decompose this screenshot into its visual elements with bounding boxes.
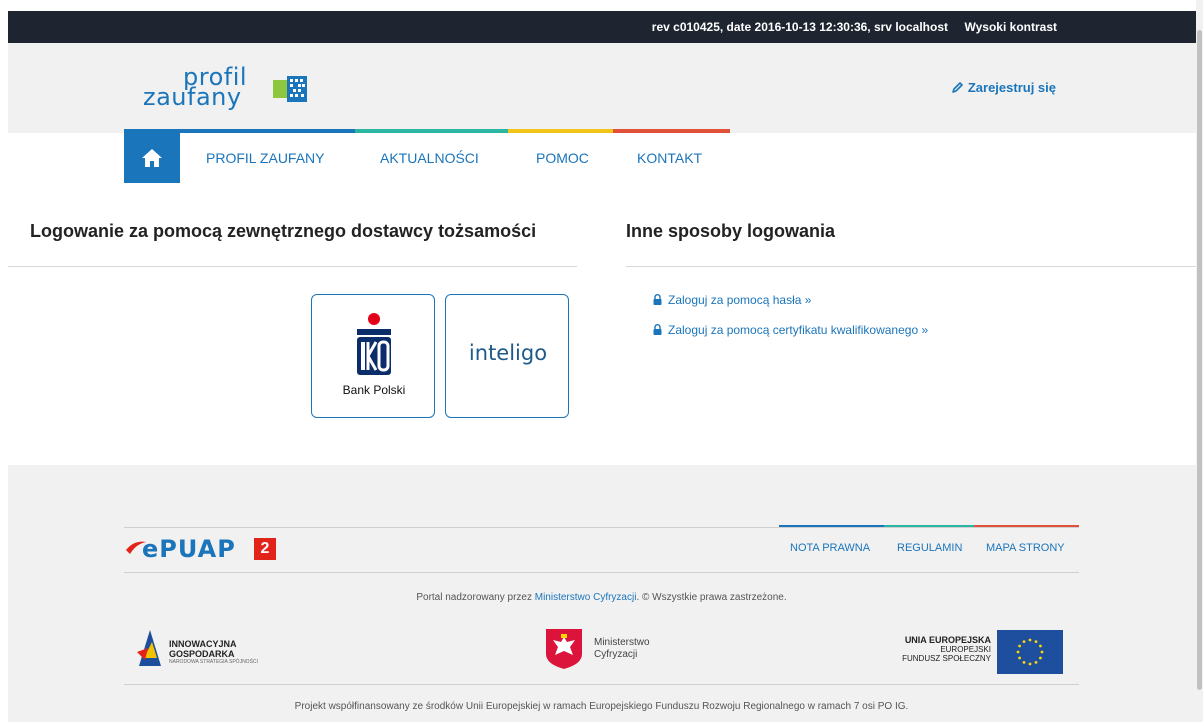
profil-zaufany-mark-icon bbox=[273, 76, 307, 102]
other-login-title: Inne sposoby logowania bbox=[626, 221, 836, 241]
copyright-prefix: Portal nadzorowany przez bbox=[416, 592, 532, 603]
eu-line2: EUROPEJSKI bbox=[940, 645, 991, 654]
ig-subtitle: NARODOWA STRATEGIA SPÓJNOŚCI bbox=[169, 659, 258, 665]
lock-icon bbox=[653, 324, 662, 335]
register-link[interactable]: Zarejestruj się bbox=[951, 80, 1056, 95]
eu-line3: FUNDUSZ SPOŁECZNY bbox=[902, 654, 991, 663]
revision-info: rev c010425, date 2016-10-13 12:30:36, s… bbox=[651, 20, 948, 34]
ig-title: INNOWACYJNA GOSPODARKA bbox=[169, 639, 237, 659]
vertical-scrollbar[interactable] bbox=[1196, 0, 1203, 722]
password-login-label: Zaloguj za pomocą hasła » bbox=[668, 293, 812, 307]
home-icon bbox=[142, 149, 162, 167]
external-login-title: Logowanie za pomocą zewnętrznego dostawc… bbox=[30, 221, 537, 241]
epuap-logo[interactable]: ePUAP 2 bbox=[124, 535, 276, 567]
pko-logo-icon bbox=[357, 313, 391, 375]
profil-zaufany-logo[interactable]: profil zaufany bbox=[133, 63, 313, 113]
password-login-link[interactable]: Zaloguj za pomocą hasła » bbox=[653, 293, 811, 307]
ministry-link[interactable]: Ministerstwo Cyfryzacji bbox=[535, 592, 637, 603]
ministry-line1: Ministerstwo bbox=[594, 637, 650, 648]
eu-fund-label: UNIA EUROPEJSKA EUROPEJSKI FUNDUSZ SPOŁE… bbox=[860, 635, 991, 664]
ig-line2: GOSPODARKA bbox=[169, 649, 235, 659]
main-nav: PROFIL ZAUFANY AKTUALNOŚCI POMOC KONTAKT bbox=[124, 133, 744, 183]
certificate-login-link[interactable]: Zaloguj za pomocą certyfikatu kwalifikow… bbox=[653, 323, 928, 337]
footer-links-divider bbox=[124, 572, 1079, 573]
footer-color-teal bbox=[884, 525, 974, 527]
polish-eagle-emblem-icon bbox=[546, 629, 582, 669]
high-contrast-toggle[interactable]: Wysoki kontrast bbox=[965, 20, 1057, 34]
inteligo-label: inteligo bbox=[468, 341, 548, 365]
eu-stars-icon bbox=[1016, 638, 1044, 666]
epuap-version-badge: 2 bbox=[254, 538, 276, 560]
cofinancing-notice: Projekt współfinansowany ze środków Unii… bbox=[294, 701, 909, 712]
nav-item-pomoc[interactable]: POMOC bbox=[536, 150, 589, 166]
certificate-login-label: Zaloguj za pomocą certyfikatu kwalifikow… bbox=[668, 323, 929, 337]
footer-color-blue bbox=[779, 525, 884, 527]
footer-terms-link[interactable]: REGULAMIN bbox=[897, 542, 962, 554]
footer-top-divider bbox=[124, 527, 1079, 528]
footer-legal-note-link[interactable]: NOTA PRAWNA bbox=[790, 542, 870, 554]
home-button[interactable] bbox=[124, 133, 180, 183]
header: profil zaufany Zarejestruj się bbox=[8, 43, 1196, 133]
footer-color-red bbox=[974, 525, 1079, 527]
innowacyjna-gospodarka-icon bbox=[137, 630, 161, 666]
pko-caption: Bank Polski bbox=[342, 383, 406, 397]
other-login-divider bbox=[626, 266, 1196, 267]
copyright-suffix: . © Wszystkie prawa zastrzeżone. bbox=[636, 592, 787, 603]
top-bar: rev c010425, date 2016-10-13 12:30:36, s… bbox=[8, 11, 1196, 43]
ig-line1: INNOWACYJNA bbox=[169, 639, 237, 649]
ministry-line2: Cyfryzacji bbox=[594, 649, 638, 660]
scrollbar-thumb[interactable] bbox=[1197, 30, 1202, 690]
lock-icon bbox=[653, 294, 662, 305]
copyright-notice: Portal nadzorowany przez Ministerstwo Cy… bbox=[124, 592, 1079, 603]
footer-links-color-strip bbox=[779, 525, 1079, 527]
footer-bottom-divider bbox=[124, 684, 1079, 685]
eu-line1: UNIA EUROPEJSKA bbox=[904, 635, 991, 645]
eu-flag-icon bbox=[997, 630, 1063, 674]
nav-item-aktualnosci[interactable]: AKTUALNOŚCI bbox=[380, 150, 479, 166]
epuap-text: ePUAP bbox=[142, 535, 236, 563]
nav-item-kontakt[interactable]: KONTAKT bbox=[637, 150, 702, 166]
logo-word-zaufany: zaufany bbox=[143, 83, 242, 111]
pencil-icon bbox=[952, 82, 963, 93]
pko-bank-polski-button[interactable]: Bank Polski bbox=[311, 294, 435, 418]
ministry-name: Ministerstwo Cyfryzacji bbox=[594, 637, 650, 661]
inteligo-button[interactable]: inteligo bbox=[445, 294, 569, 418]
nav-item-profil-zaufany[interactable]: PROFIL ZAUFANY bbox=[206, 150, 325, 166]
external-login-divider bbox=[8, 266, 577, 267]
footer-sitemap-link[interactable]: MAPA STRONY bbox=[986, 542, 1065, 554]
register-label: Zarejestruj się bbox=[967, 80, 1056, 95]
